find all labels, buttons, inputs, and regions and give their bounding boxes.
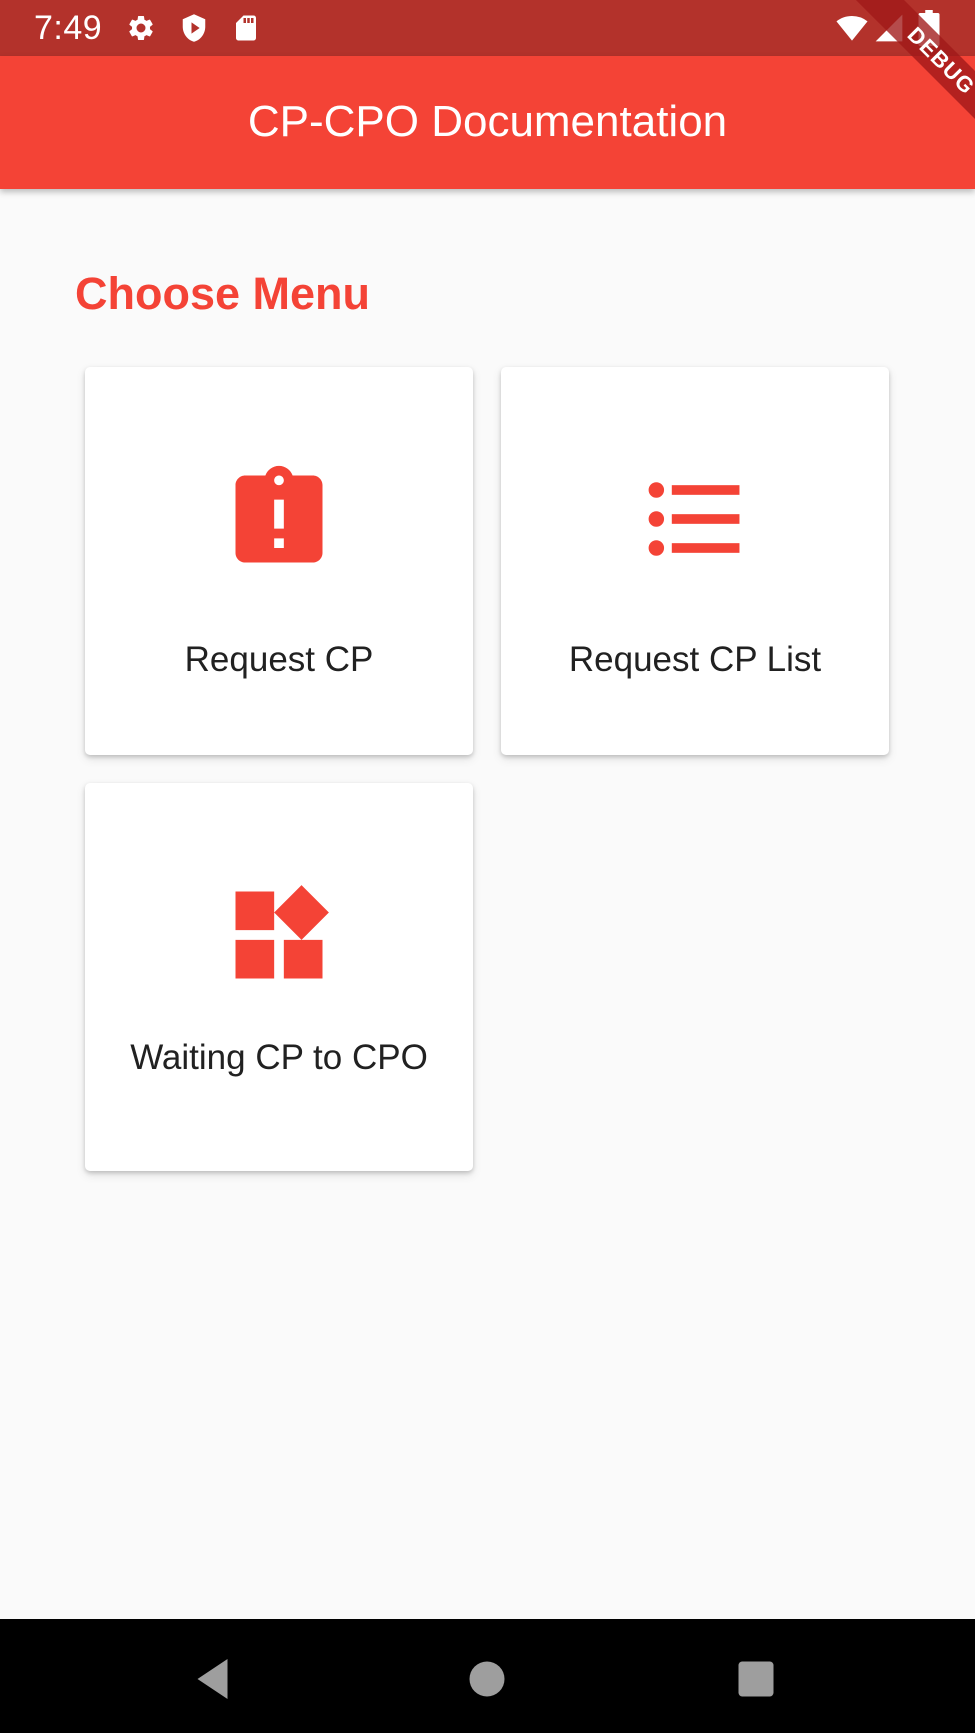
format-list-bulleted-icon bbox=[648, 482, 740, 556]
sd-card-icon bbox=[236, 15, 256, 41]
menu-card-request-cp[interactable]: Request CP bbox=[85, 367, 473, 755]
home-icon[interactable] bbox=[457, 1649, 517, 1709]
shield-play-icon bbox=[182, 14, 206, 42]
menu-card-label: Request CP List bbox=[568, 640, 822, 679]
menu-card-waiting-cp-to-cpo[interactable]: Waiting CP to CPO bbox=[85, 783, 473, 1171]
status-bar: 7:49 bbox=[0, 0, 975, 56]
signal-icon bbox=[875, 14, 903, 42]
back-icon[interactable] bbox=[185, 1649, 245, 1709]
menu-card-request-cp-list[interactable]: Request CP List bbox=[501, 367, 889, 755]
section-heading: Choose Menu bbox=[75, 268, 371, 319]
gear-icon bbox=[129, 15, 153, 41]
recents-icon[interactable] bbox=[726, 1649, 786, 1709]
system-nav-bar bbox=[0, 1619, 975, 1733]
menu-card-label: Waiting CP to CPO bbox=[130, 1038, 428, 1077]
status-time: 7:49 bbox=[34, 9, 103, 47]
widgets-icon bbox=[235, 885, 329, 979]
assignment-late-icon bbox=[235, 465, 323, 563]
battery-icon bbox=[918, 10, 940, 46]
menu-card-label: Request CP bbox=[184, 640, 374, 679]
app-bar: CP-CPO Documentation bbox=[0, 56, 975, 189]
app-title: CP-CPO Documentation bbox=[247, 97, 728, 146]
wifi-icon bbox=[836, 15, 868, 41]
